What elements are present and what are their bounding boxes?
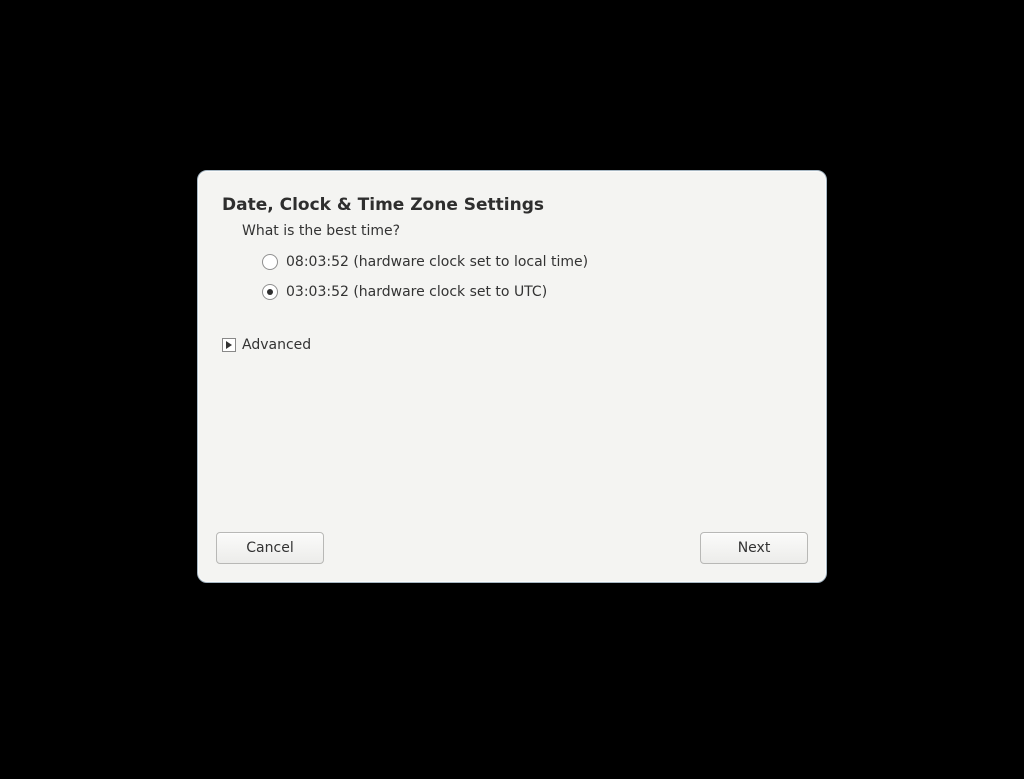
radio-icon [262, 284, 278, 300]
advanced-label: Advanced [242, 337, 311, 353]
advanced-expander[interactable]: Advanced [222, 337, 802, 353]
time-option-utc[interactable]: 03:03:52 (hardware clock set to UTC) [262, 277, 802, 307]
expand-right-icon [222, 338, 236, 352]
button-bar: Cancel Next [198, 520, 826, 582]
radio-icon [262, 254, 278, 270]
radio-label: 08:03:52 (hardware clock set to local ti… [286, 254, 588, 270]
page-title: Date, Clock & Time Zone Settings [222, 195, 802, 215]
cancel-button[interactable]: Cancel [216, 532, 324, 564]
time-radio-group: 08:03:52 (hardware clock set to local ti… [262, 247, 802, 307]
timezone-settings-dialog: Date, Clock & Time Zone Settings What is… [197, 170, 827, 583]
dialog-body: Date, Clock & Time Zone Settings What is… [198, 171, 826, 520]
time-option-local[interactable]: 08:03:52 (hardware clock set to local ti… [262, 247, 802, 277]
next-button[interactable]: Next [700, 532, 808, 564]
radio-label: 03:03:52 (hardware clock set to UTC) [286, 284, 547, 300]
prompt-text: What is the best time? [242, 223, 802, 239]
